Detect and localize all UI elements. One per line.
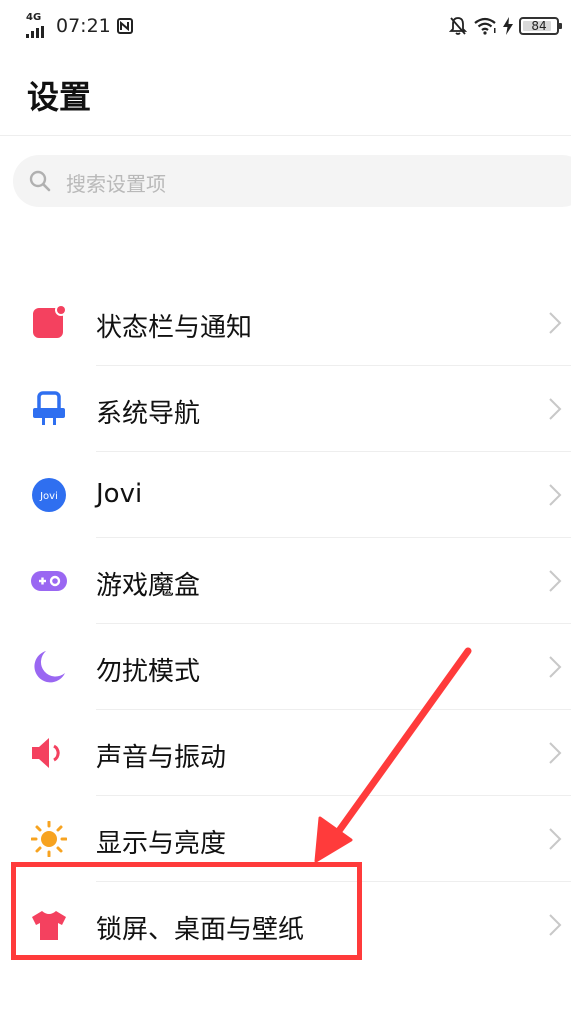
- game-box-icon: [31, 571, 67, 591]
- network-type: 4G: [26, 12, 42, 23]
- settings-list: 状态栏与通知 系统导航 Jovi Jovi 游戏魔盒 勿扰模式 声音与振动 显示…: [0, 280, 571, 968]
- chevron-right-icon: [549, 398, 562, 420]
- item-label: 状态栏与通知: [96, 313, 253, 343]
- item-label: 勿扰模式: [96, 657, 201, 687]
- page-title: 设置: [27, 78, 92, 116]
- chevron-right-icon: [549, 312, 562, 334]
- item-label: 系统导航: [96, 399, 201, 429]
- chevron-right-icon: [549, 656, 562, 678]
- clock: 07:21: [56, 15, 111, 37]
- wifi-icon: [474, 17, 496, 35]
- item-label: 游戏魔盒: [96, 571, 201, 601]
- bell-off-icon: [449, 17, 467, 35]
- settings-item-lockscreen-desktop-wallpaper[interactable]: 锁屏、桌面与壁纸: [0, 882, 571, 968]
- search-placeholder: 搜索设置项: [66, 172, 166, 196]
- svg-text:Jovi: Jovi: [39, 491, 58, 502]
- status-bar-right: 84: [449, 15, 562, 37]
- settings-item-game-box[interactable]: 游戏魔盒: [0, 538, 571, 624]
- status-bar-left: 4G 07:21: [24, 12, 133, 38]
- item-label: 锁屏、桌面与壁纸: [96, 915, 305, 945]
- settings-item-do-not-disturb[interactable]: 勿扰模式: [0, 624, 571, 710]
- header-divider: [0, 135, 571, 136]
- chevron-right-icon: [549, 914, 562, 936]
- nfc-icon: [116, 18, 133, 34]
- chevron-right-icon: [549, 828, 562, 850]
- settings-screen: 4G 07:21 84 设置 搜索设置项 状态栏与通知 系统导航 Jovi Jo…: [0, 0, 571, 1020]
- display-brightness-sun-icon: [31, 821, 67, 857]
- item-label: 显示与亮度: [96, 829, 227, 859]
- status-bar: 4G 07:21 84: [0, 0, 571, 52]
- item-label: Jovi: [96, 479, 143, 509]
- lockscreen-wallpaper-shirt-icon: [32, 911, 66, 940]
- do-not-disturb-moon-icon: [34, 651, 65, 683]
- search-bar[interactable]: 搜索设置项: [13, 155, 571, 207]
- status-bar-notification-icon: [33, 305, 67, 338]
- settings-item-sound-vibration[interactable]: 声音与振动: [0, 710, 571, 796]
- system-navigation-icon: [33, 391, 65, 425]
- settings-item-display-brightness[interactable]: 显示与亮度: [0, 796, 571, 882]
- charging-bolt-icon: [503, 17, 513, 35]
- search-icon: [29, 170, 51, 192]
- sound-vibration-icon: [32, 738, 60, 768]
- battery-indicator: 84: [519, 17, 562, 35]
- chevron-right-icon: [549, 742, 562, 764]
- item-label: 声音与振动: [96, 743, 227, 773]
- battery-level: 84: [531, 19, 547, 33]
- settings-item-jovi[interactable]: Jovi Jovi: [0, 452, 571, 538]
- jovi-icon: Jovi: [32, 478, 66, 512]
- cellular-signal-icon: 4G: [24, 12, 50, 38]
- chevron-right-icon: [549, 484, 562, 506]
- settings-item-system-navigation[interactable]: 系统导航: [0, 366, 571, 452]
- chevron-right-icon: [549, 570, 562, 592]
- settings-item-status-bar-notifications[interactable]: 状态栏与通知: [0, 280, 571, 366]
